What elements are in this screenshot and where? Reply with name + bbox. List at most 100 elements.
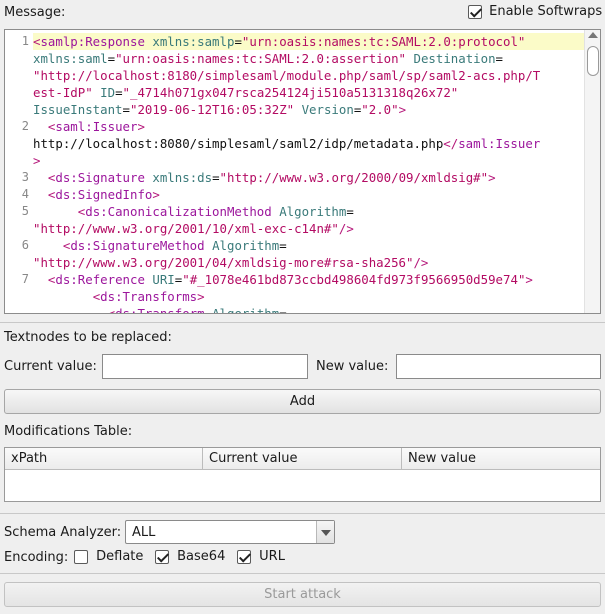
code-area[interactable]: <samlp:Response xmlns:samlp="urn:oasis:n… [33, 33, 585, 314]
code-token: "2.0" [361, 102, 399, 117]
code-line: <ds:SignedInfo> [33, 186, 585, 203]
code-line: "http://localhost:8180/simplesaml/module… [33, 67, 585, 84]
enable-softwraps-label: Enable Softwraps [489, 4, 603, 19]
code-token: = [122, 102, 130, 117]
line-number: 6 [21, 238, 29, 252]
code-token: ds:Reference [55, 272, 145, 287]
encoding-base64-option[interactable]: Base64 [155, 549, 225, 564]
divider [0, 513, 605, 514]
code-token: ds:Signature [55, 170, 145, 185]
new-value-input[interactable] [396, 354, 601, 379]
code-token: = [279, 306, 287, 314]
chevron-down-icon[interactable] [316, 521, 334, 543]
current-value-input[interactable] [102, 354, 308, 379]
editor-scrollbar[interactable] [584, 30, 600, 313]
code-token: > [525, 272, 533, 287]
checkbox-icon[interactable] [468, 4, 482, 19]
code-line: <ds:Reference URI="#_1078e461bd873ccbd49… [33, 271, 585, 288]
code-token: ds:SignedInfo [55, 187, 153, 202]
code-line: > [33, 152, 585, 169]
line-number-gutter: 1 2 3 4 5 6 7 [5, 30, 32, 313]
code-token: xmlns:ds [152, 170, 213, 185]
encoding-label: Encoding: [4, 550, 69, 565]
code-token: /> [338, 221, 354, 236]
code-token: = [279, 238, 287, 253]
schema-analyzer-select[interactable]: ALL [125, 520, 335, 544]
code-token: = [115, 85, 123, 100]
message-label: Message: [4, 5, 66, 20]
line-number: 7 [21, 272, 29, 286]
code-token: est-IdP" [33, 85, 93, 100]
modifications-table[interactable]: xPath Current value New value [4, 447, 601, 502]
encoding-deflate-option[interactable]: Deflate [74, 549, 143, 564]
code-token: Destination [413, 51, 496, 66]
code-token: ID [100, 85, 116, 100]
add-button[interactable]: Add [4, 389, 601, 414]
code-token: > [398, 102, 407, 117]
line-number: 4 [21, 187, 29, 201]
scroll-up-arrow-icon[interactable] [588, 32, 598, 38]
code-token: /> [413, 255, 429, 270]
code-token: xmlns:saml [33, 51, 108, 66]
code-token: "urn:oasis:names:tc:SAML:2.0:protocol" [241, 34, 526, 49]
code-token: > [152, 187, 160, 202]
code-token: = [346, 204, 354, 219]
code-token: "#_1078e461bd873ccbd498604fd973f9566950d… [182, 272, 526, 287]
line-number: 1 [21, 34, 29, 48]
code-line: IssueInstant="2019-06-12T16:05:32Z" Vers… [33, 101, 585, 118]
code-token: URI [152, 272, 175, 287]
textnodes-label: Textnodes to be replaced: [4, 330, 172, 345]
scroll-thumb[interactable] [587, 46, 599, 76]
code-token: > [197, 289, 205, 304]
code-line: <samlp:Response xmlns:samlp="urn:oasis:n… [33, 33, 585, 50]
url-label: URL [259, 549, 285, 564]
code-token: http://localhost:8080/simplesaml/saml2/i… [33, 136, 444, 151]
code-token: Algorithm [212, 306, 280, 314]
code-token: < [107, 306, 116, 314]
code-line: "http://www.w3.org/2001/10/xml-exc-c14n#… [33, 220, 585, 237]
line-number: 2 [21, 119, 29, 133]
code-line: <ds:SignatureMethod Algorithm= [33, 237, 585, 254]
checkbox-icon[interactable] [237, 549, 251, 564]
code-line: "http://www.w3.org/2001/04/xmldsig-more#… [33, 254, 585, 271]
code-token: Version [301, 102, 354, 117]
code-token: xmlns:samlp [152, 34, 235, 49]
divider [0, 322, 605, 323]
enable-softwraps-toggle[interactable]: Enable Softwraps [468, 4, 602, 19]
new-value-label: New value: [316, 359, 389, 374]
table-header: xPath Current value New value [5, 448, 600, 470]
line-number: 3 [21, 170, 29, 184]
start-attack-button[interactable]: Start attack [4, 582, 601, 607]
column-current-value[interactable]: Current value [203, 448, 402, 469]
message-editor[interactable]: 1234567 <samlp:Response xmlns:samlp="urn… [4, 29, 601, 314]
schema-analyzer-label: Schema Analyzer: [4, 525, 122, 540]
code-token: </ [443, 136, 459, 151]
current-value-label: Current value: [4, 359, 97, 374]
code-line: <ds:Signature xmlns:ds="http://www.w3.or… [33, 169, 585, 186]
code-token: "urn:oasis:names:tc:SAML:2.0:assertion" [115, 51, 407, 66]
code-token: = [495, 51, 504, 66]
encoding-url-option[interactable]: URL [237, 549, 285, 564]
code-token: "http://www.w3.org/2000/09/xmldsig#" [219, 170, 489, 185]
column-new-value[interactable]: New value [402, 448, 600, 469]
checkbox-icon[interactable] [74, 549, 88, 564]
code-line: est-IdP" ID="_4714h071gx047rsca254124ji5… [33, 84, 585, 101]
code-token: > [137, 119, 145, 134]
divider [0, 573, 605, 574]
code-token: saml:Issuer [458, 136, 541, 151]
code-token: IssueInstant [33, 102, 123, 117]
schema-selected-value: ALL [132, 525, 156, 540]
column-xpath[interactable]: xPath [5, 448, 203, 469]
code-token: ds:Transform [115, 306, 205, 314]
code-line: <ds:Transform Algorithm= [33, 305, 585, 314]
checkbox-icon[interactable] [155, 549, 169, 564]
deflate-label: Deflate [96, 549, 144, 564]
